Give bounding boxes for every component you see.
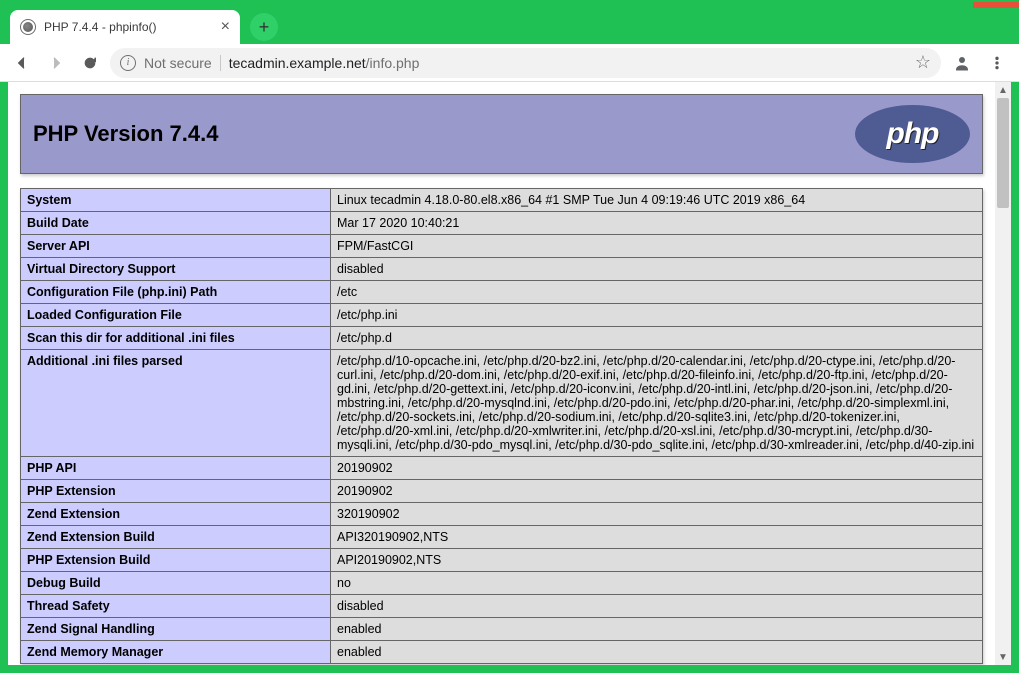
table-row: Zend Memory Managerenabled (21, 641, 983, 664)
scrollbar[interactable]: ▲ ▼ (995, 82, 1011, 665)
menu-button[interactable] (983, 49, 1011, 77)
phpinfo-page: PHP Version 7.4.4 php SystemLinux tecadm… (8, 82, 995, 664)
page-content[interactable]: PHP Version 7.4.4 php SystemLinux tecadm… (8, 82, 995, 665)
info-icon[interactable]: i (120, 55, 136, 71)
table-row: Additional .ini files parsed/etc/php.d/1… (21, 350, 983, 457)
browser-window: ✕ PHP 7.4.4 - phpinfo() × + i Not secure… (0, 0, 1019, 673)
config-key: System (21, 189, 331, 212)
table-row: Server APIFPM/FastCGI (21, 235, 983, 258)
browser-tab[interactable]: PHP 7.4.4 - phpinfo() × (10, 10, 240, 44)
tab-title: PHP 7.4.4 - phpinfo() (44, 20, 213, 34)
phpinfo-header: PHP Version 7.4.4 php (20, 94, 983, 174)
table-row: Zend Signal Handlingenabled (21, 618, 983, 641)
table-row: Scan this dir for additional .ini files/… (21, 327, 983, 350)
config-key: Loaded Configuration File (21, 304, 331, 327)
table-row: PHP API20190902 (21, 457, 983, 480)
profile-button[interactable] (947, 48, 977, 78)
titlebar (0, 0, 1019, 8)
config-value: 20190902 (331, 480, 983, 503)
reload-button[interactable] (76, 49, 104, 77)
config-value: API320190902,NTS (331, 526, 983, 549)
config-key: Zend Extension Build (21, 526, 331, 549)
config-key: Server API (21, 235, 331, 258)
config-key: Build Date (21, 212, 331, 235)
globe-icon (20, 19, 36, 35)
config-value: no (331, 572, 983, 595)
table-row: Configuration File (php.ini) Path/etc (21, 281, 983, 304)
address-bar[interactable]: i Not secure tecadmin.example.net/info.p… (110, 48, 941, 78)
config-value: 320190902 (331, 503, 983, 526)
table-row: Thread Safetydisabled (21, 595, 983, 618)
config-key: Scan this dir for additional .ini files (21, 327, 331, 350)
config-key: PHP Extension (21, 480, 331, 503)
table-row: PHP Extension BuildAPI20190902,NTS (21, 549, 983, 572)
config-value: disabled (331, 258, 983, 281)
table-row: Virtual Directory Supportdisabled (21, 258, 983, 281)
page-title: PHP Version 7.4.4 (33, 121, 218, 147)
tab-strip: PHP 7.4.4 - phpinfo() × + (0, 8, 1019, 44)
config-value: /etc/php.d/10-opcache.ini, /etc/php.d/20… (331, 350, 983, 457)
table-row: Zend Extension BuildAPI320190902,NTS (21, 526, 983, 549)
config-key: Thread Safety (21, 595, 331, 618)
config-value: disabled (331, 595, 983, 618)
close-icon[interactable]: × (221, 18, 230, 36)
config-key: PHP API (21, 457, 331, 480)
php-logo-icon: php (855, 105, 970, 163)
config-key: Configuration File (php.ini) Path (21, 281, 331, 304)
scroll-up-icon[interactable]: ▲ (995, 82, 1011, 98)
phpinfo-table: SystemLinux tecadmin 4.18.0-80.el8.x86_6… (20, 188, 983, 664)
table-row: SystemLinux tecadmin 4.18.0-80.el8.x86_6… (21, 189, 983, 212)
bookmark-star-icon[interactable]: ☆ (915, 52, 931, 73)
divider (220, 55, 221, 71)
config-key: PHP Extension Build (21, 549, 331, 572)
config-key: Debug Build (21, 572, 331, 595)
config-value: enabled (331, 618, 983, 641)
forward-button[interactable] (42, 49, 70, 77)
new-tab-button[interactable]: + (250, 13, 278, 41)
config-value: /etc/php.ini (331, 304, 983, 327)
config-value: /etc/php.d (331, 327, 983, 350)
config-value: Linux tecadmin 4.18.0-80.el8.x86_64 #1 S… (331, 189, 983, 212)
config-key: Zend Extension (21, 503, 331, 526)
config-key: Additional .ini files parsed (21, 350, 331, 457)
scroll-down-icon[interactable]: ▼ (995, 649, 1011, 665)
config-value: enabled (331, 641, 983, 664)
toolbar: i Not secure tecadmin.example.net/info.p… (0, 44, 1019, 82)
table-row: Zend Extension320190902 (21, 503, 983, 526)
config-value: /etc (331, 281, 983, 304)
config-key: Zend Signal Handling (21, 618, 331, 641)
table-row: Build DateMar 17 2020 10:40:21 (21, 212, 983, 235)
scrollbar-thumb[interactable] (997, 98, 1009, 208)
url-text: tecadmin.example.net/info.php (229, 55, 907, 71)
security-status: Not secure (144, 55, 212, 71)
config-value: 20190902 (331, 457, 983, 480)
back-button[interactable] (8, 49, 36, 77)
config-value: FPM/FastCGI (331, 235, 983, 258)
config-key: Virtual Directory Support (21, 258, 331, 281)
config-key: Zend Memory Manager (21, 641, 331, 664)
config-value: Mar 17 2020 10:40:21 (331, 212, 983, 235)
viewport: PHP Version 7.4.4 php SystemLinux tecadm… (8, 82, 1011, 665)
table-row: PHP Extension20190902 (21, 480, 983, 503)
table-row: Loaded Configuration File/etc/php.ini (21, 304, 983, 327)
config-value: API20190902,NTS (331, 549, 983, 572)
table-row: Debug Buildno (21, 572, 983, 595)
